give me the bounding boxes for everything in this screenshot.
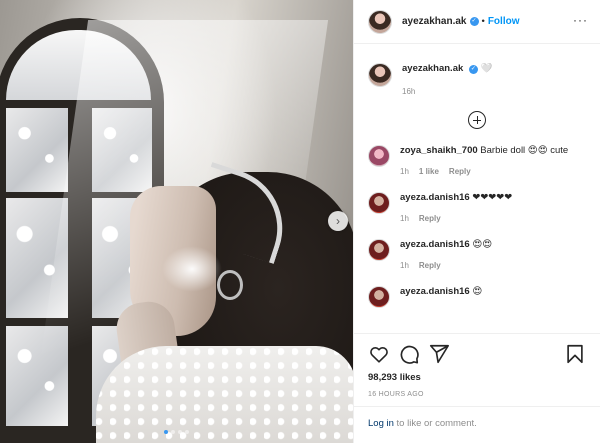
caption-time: 16h <box>402 87 416 96</box>
comments-section[interactable]: ayezakhan.ak ✓ 🤍 16h zoya_shaikh_700 Bar… <box>354 45 600 333</box>
comment-username[interactable]: ayeza.danish16 <box>400 239 470 250</box>
separator-dot: • <box>481 16 485 27</box>
likes-count[interactable]: 98,293 likes <box>368 372 586 383</box>
comment-item: zoya_shaikh_700 Barbie doll 😍😍 cute 1h 1… <box>368 145 586 176</box>
comment-username[interactable]: ayeza.danish16 <box>400 286 470 297</box>
chevron-right-icon: › <box>336 214 340 228</box>
comment-item: ayeza.danish16 ❤❤❤❤❤ 1h Reply <box>368 192 586 223</box>
author-avatar[interactable] <box>368 9 392 34</box>
comment-time: 1h <box>400 214 409 223</box>
carousel-dot <box>178 430 182 434</box>
commenter-avatar[interactable] <box>368 239 390 261</box>
verified-badge-icon: ✓ <box>468 65 478 74</box>
caption-text: 🤍 <box>480 63 493 74</box>
commenter-avatar[interactable] <box>368 145 390 167</box>
follow-button[interactable]: Follow <box>488 16 520 27</box>
reply-button[interactable]: Reply <box>419 261 441 270</box>
comment-time: 1h <box>400 167 409 176</box>
reply-button[interactable]: Reply <box>449 167 471 176</box>
comment-text: ❤❤❤❤❤ <box>472 192 513 203</box>
login-prompt-text: to like or comment. <box>393 418 477 429</box>
post-header: ayezakhan.ak ✓ • Follow ··· <box>354 0 600 44</box>
comment-username[interactable]: zoya_shaikh_700 <box>400 145 478 156</box>
post-photo[interactable]: › <box>0 0 353 443</box>
more-options-icon[interactable]: ··· <box>573 14 588 26</box>
plus-circle-icon[interactable] <box>468 111 486 129</box>
verified-badge-icon: ✓ <box>469 17 479 26</box>
bookmark-icon[interactable] <box>564 343 586 365</box>
author-username[interactable]: ayezakhan.ak <box>402 16 467 27</box>
post-caption: ayezakhan.ak ✓ 🤍 16h <box>368 45 586 96</box>
post-side-panel: ayezakhan.ak ✓ • Follow ··· ayezakhan.ak… <box>353 0 600 443</box>
comment-text: Barbie doll 😍😍 cute <box>480 145 569 156</box>
comment-username[interactable]: ayeza.danish16 <box>400 192 470 203</box>
comment-text: 😍😍 <box>472 239 493 250</box>
commenter-avatar[interactable] <box>368 192 390 214</box>
commenter-avatar[interactable] <box>368 286 390 308</box>
instagram-post: › ayezakhan.ak ✓ • Follow ··· ayezakhan.… <box>0 0 600 443</box>
login-link[interactable]: Log in <box>368 418 394 429</box>
carousel-dot <box>164 430 168 434</box>
reply-button[interactable]: Reply <box>419 214 441 223</box>
comment-icon[interactable] <box>398 343 420 365</box>
login-prompt: Log in to like or comment. <box>354 406 600 443</box>
dress <box>96 346 353 443</box>
next-image-button[interactable]: › <box>328 211 348 231</box>
share-icon[interactable] <box>428 343 450 365</box>
carousel-dot <box>185 430 189 434</box>
comment-likes[interactable]: 1 like <box>419 167 439 176</box>
author-avatar[interactable] <box>368 63 392 87</box>
comment-time: 1h <box>400 261 409 270</box>
heart-icon[interactable] <box>368 343 390 365</box>
carousel-indicator <box>0 430 353 434</box>
comment-item: ayeza.danish16 😍 <box>368 286 586 308</box>
comment-item: ayeza.danish16 😍😍 1h Reply <box>368 239 586 270</box>
carousel-dot <box>171 430 175 434</box>
caption-username[interactable]: ayezakhan.ak <box>402 63 463 74</box>
post-timestamp: 16 HOURS AGO <box>368 391 424 398</box>
post-actions: 98,293 likes 16 HOURS AGO <box>354 333 600 398</box>
light-flare <box>162 246 222 292</box>
comment-text: 😍 <box>472 286 483 297</box>
